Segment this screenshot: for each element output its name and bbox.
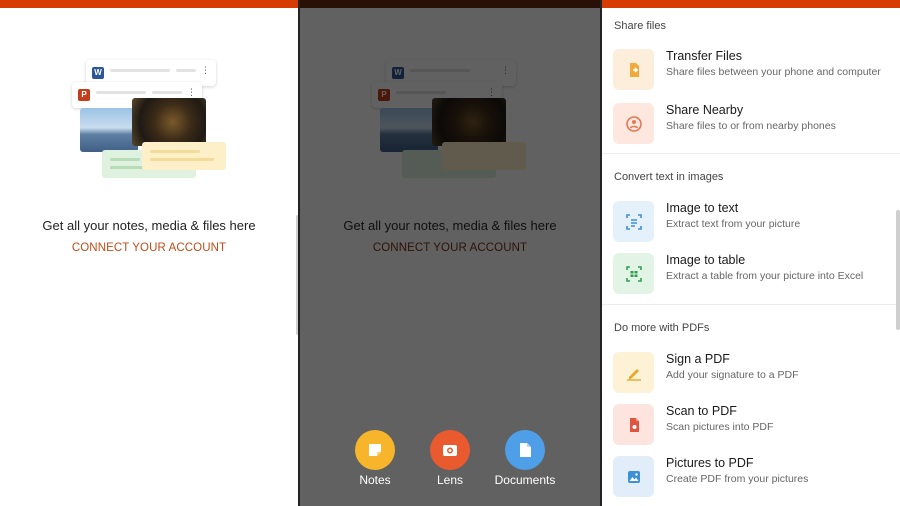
transfer-files-item[interactable]: Transfer Files Share files between your … (602, 47, 900, 95)
word-icon: W (92, 67, 104, 79)
lens-label: Lens (436, 473, 464, 487)
documents-button[interactable]: Documents (485, 430, 565, 487)
sign-pdf-title: Sign a PDF (666, 352, 730, 366)
section-divider (602, 304, 900, 305)
pictures-to-pdf-item[interactable]: Pictures to PDF Create PDF from your pic… (602, 454, 900, 502)
transfer-files-title: Transfer Files (666, 49, 742, 63)
section-divider (602, 153, 900, 154)
share-nearby-item[interactable]: Share Nearby Share files to or from near… (602, 101, 900, 149)
image-to-text-title: Image to text (666, 201, 739, 215)
create-menu-pane: W ⋮ P ⋮ Get all your notes, media & file… (300, 0, 600, 506)
document-icon (505, 430, 545, 470)
note-icon (355, 430, 395, 470)
image-to-text-desc: Extract text from your picture (666, 218, 801, 230)
app-top-bar (602, 0, 900, 8)
scan-to-pdf-item[interactable]: Scan to PDF Scan pictures into PDF (602, 402, 900, 450)
files-illustration: W ⋮ P ⋮ (72, 56, 232, 186)
pictures-to-pdf-desc: Create PDF from your pictures (666, 473, 809, 485)
mountain-photo (80, 108, 138, 152)
home-pane: W ⋮ P ⋮ Get all your notes, media & file… (0, 0, 298, 506)
section-title-pdfs: Do more with PDFs (614, 322, 710, 334)
image-to-table-item[interactable]: Image to table Extract a table from your… (602, 251, 900, 299)
notes-label: Notes (359, 473, 391, 487)
scan-to-pdf-desc: Scan pictures into PDF (666, 421, 774, 433)
documents-label: Documents (494, 473, 556, 487)
tools-pane: Share files Transfer Files Share files b… (602, 0, 900, 506)
sign-pdf-icon (613, 352, 654, 393)
more-icon: ⋮ (201, 65, 210, 75)
image-to-table-desc: Extract a table from your picture into E… (666, 270, 864, 282)
scan-to-pdf-title: Scan to PDF (666, 404, 737, 418)
sign-pdf-desc: Add your signature to a PDF (666, 369, 799, 381)
image-to-table-title: Image to table (666, 253, 746, 267)
notes-button[interactable]: Notes (335, 430, 415, 487)
image-to-text-icon (613, 201, 654, 242)
share-nearby-desc: Share files to or from nearby phones (666, 120, 836, 132)
sign-pdf-item[interactable]: Sign a PDF Add your signature to a PDF (602, 350, 900, 398)
powerpoint-icon: P (78, 89, 90, 101)
share-nearby-title: Share Nearby (666, 103, 744, 117)
home-heading: Get all your notes, media & files here (42, 218, 256, 233)
food-photo (132, 98, 206, 146)
section-title-convert-text: Convert text in images (614, 171, 724, 183)
section-title-share-files: Share files (614, 20, 666, 32)
connect-account-link[interactable]: CONNECT YOUR ACCOUNT (0, 242, 298, 254)
more-icon: ⋮ (187, 87, 196, 97)
camera-icon (430, 430, 470, 470)
pictures-to-pdf-title: Pictures to PDF (666, 456, 754, 470)
transfer-files-desc: Share files between your phone and compu… (666, 66, 881, 78)
yellow-note (142, 142, 226, 170)
image-to-table-icon (613, 253, 654, 294)
app-top-bar (0, 0, 298, 8)
scan-to-pdf-icon (613, 404, 654, 445)
share-nearby-icon (613, 103, 654, 144)
transfer-files-icon (613, 49, 654, 90)
lens-button[interactable]: Lens (410, 430, 490, 487)
image-to-text-item[interactable]: Image to text Extract text from your pic… (602, 199, 900, 247)
pictures-to-pdf-icon (613, 456, 654, 497)
scrollbar[interactable] (896, 210, 900, 330)
